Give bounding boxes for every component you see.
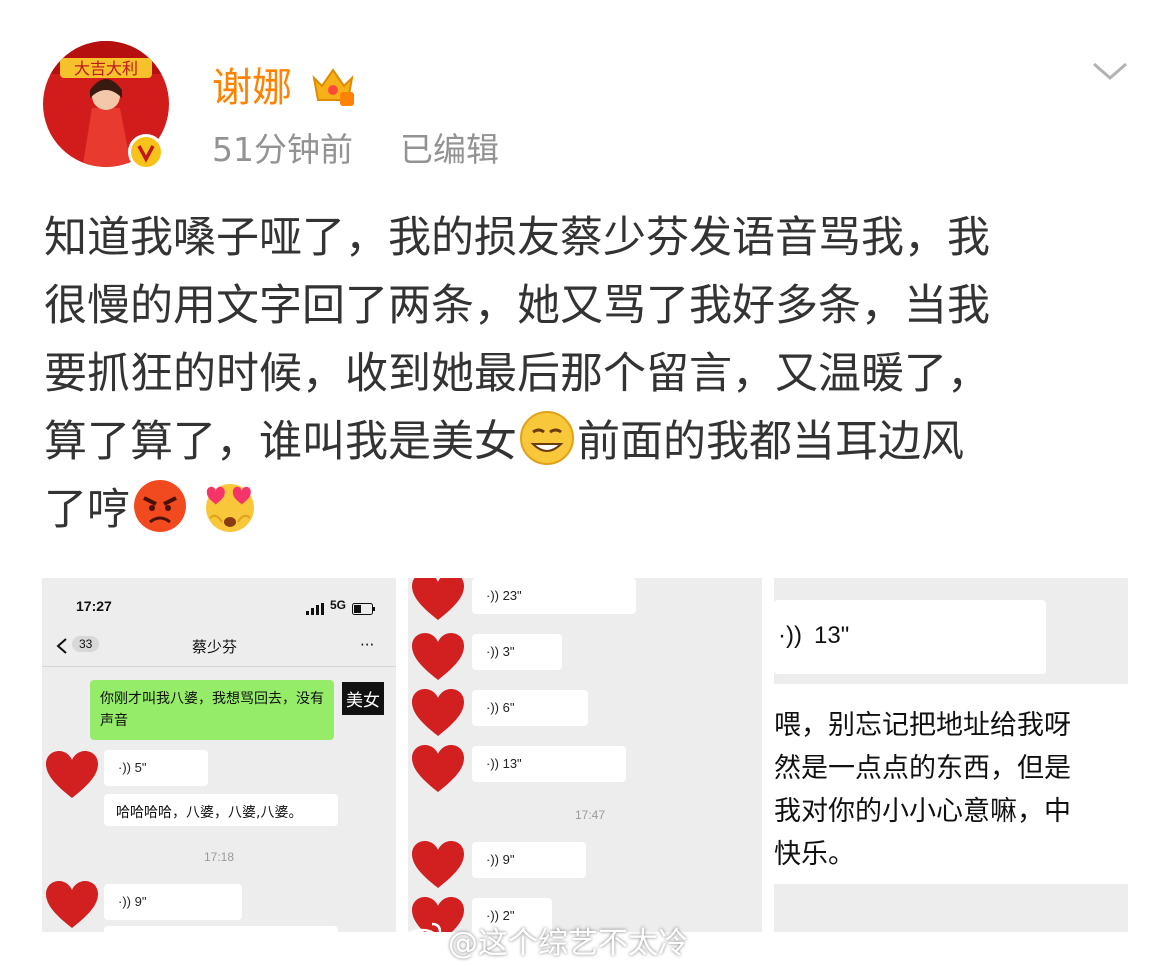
battery-icon [352,600,376,615]
received-message-bubble[interactable]: 喂，别忘记把地址给我呀 然是一点点的东西，但是 我对你的小小心意嘛，中 快乐。 [774,684,1128,884]
voice-duration: ·)) 9" [118,894,147,909]
angry-emoji-icon [132,478,188,534]
chevron-down-icon[interactable] [1090,58,1130,86]
heart-avatar-icon [410,578,466,626]
weibo-logo-icon [404,920,444,952]
sent-message-bubble[interactable]: 你刚才叫我八婆，我想骂回去，没有声音 [90,680,334,740]
voice-message-bubble[interactable]: ·)) 9" [104,884,242,920]
edited-label[interactable]: 已编辑 [400,126,499,174]
voice-message-bubble[interactable]: ·)) 23" [472,578,636,614]
heart-eyes-emoji-icon [202,478,258,534]
status-time: 17:27 [76,598,112,614]
heart-avatar-icon [410,688,466,742]
svg-text:大吉大利: 大吉大利 [74,59,138,78]
chat-timestamp: 17:18 [203,850,235,864]
voice-message-bubble[interactable]: ·)) 6" [472,690,588,726]
voice-duration: 13" [814,622,850,649]
message-line: 我对你的小小心意嘛，中 [774,796,1071,827]
voice-duration: ·)) 6" [486,700,515,715]
post-line: 知道我嗓子哑了，我的损友蔡少芬发语音骂我，我 [44,213,990,263]
received-message-bubble [104,926,338,932]
voice-duration: ·)) 3" [486,644,515,659]
post-time: 51分钟前 [212,130,353,169]
message-line: 喂，别忘记把地址给我呀 [774,710,1071,741]
post-text-segment: 前面的我都当耳边风 [577,417,964,467]
chat-screenshot-3[interactable]: ·)) 13" 喂，别忘记把地址给我呀 然是一点点的东西，但是 我对你的小小心意… [774,578,1128,932]
network-label: 5G [330,598,347,612]
chat-contact-name: 蔡少芬 [192,638,238,656]
post-line: 很慢的用文字回了两条，她又骂了我好多条，当我 [44,281,990,331]
post-text-segment: 了哼 [44,485,130,535]
received-text: 哈哈哈哈，八婆，八婆,八婆。 [116,805,303,821]
back-arrow-icon[interactable] [56,638,68,654]
heart-avatar-icon [410,840,466,894]
sticker-label: 美女 [342,682,384,715]
voice-message-bubble[interactable]: ·)) 3" [472,634,562,670]
more-options-icon[interactable]: ··· [360,636,374,654]
heart-avatar-icon [410,632,466,686]
voice-message-bubble[interactable]: ·)) 13" [472,746,626,782]
post-line: 算了算了，谁叫我是美女 前面的我都当耳边风 [44,408,1134,476]
chat-timestamp: 17:47 [574,808,606,822]
message-line: 然是一点点的东西，但是 [774,753,1071,784]
watermark-text: @这个综艺不太冷 [448,926,688,961]
verified-badge-icon [128,134,164,170]
chat-screenshot-2[interactable]: ·)) 23" ·)) 3" ·)) 6" ·)) 13" 17:47 ·)) … [408,578,762,932]
voice-message-bubble[interactable]: ·)) 13" [774,600,1046,674]
voice-message-bubble[interactable]: ·)) 9" [472,842,586,878]
post-body: 知道我嗓子哑了，我的损友蔡少芬发语音骂我，我 很慢的用文字回了两条，她又骂了我好… [44,204,1134,544]
voice-duration: ·)) 13" [486,756,522,771]
post-line: 要抓狂的时候，收到她最后那个留言，又温暖了， [44,349,990,399]
unread-count-badge: 33 [72,636,100,652]
vip-crown-icon [310,64,356,108]
post-text-segment: 算了算了，谁叫我是美女 [44,417,517,467]
post-line: 了哼 [44,476,1134,544]
received-message-bubble[interactable]: 哈哈哈哈，八婆，八婆,八婆。 [104,794,338,826]
author-name[interactable]: 谢娜 [212,60,292,116]
voice-icon: ·)) [778,622,802,649]
heart-avatar-icon [44,880,100,932]
author-avatar[interactable]: 大吉大利 [42,38,170,170]
voice-duration: ·)) 23" [486,588,522,603]
voice-duration: ·)) 5" [118,760,147,775]
voice-duration: ·)) 9" [486,852,515,867]
heart-avatar-icon [410,744,466,798]
message-line: 快乐。 [774,839,855,870]
signal-icon [306,600,326,615]
voice-message-bubble[interactable]: ·)) 5" [104,750,208,786]
chat-screenshot-1[interactable]: 17:27 5G 33 蔡少芬 ··· 你刚才叫我八婆，我想骂回去，没有声音 美… [42,578,396,932]
smirk-emoji-icon [519,410,575,466]
heart-avatar-icon [44,750,100,804]
